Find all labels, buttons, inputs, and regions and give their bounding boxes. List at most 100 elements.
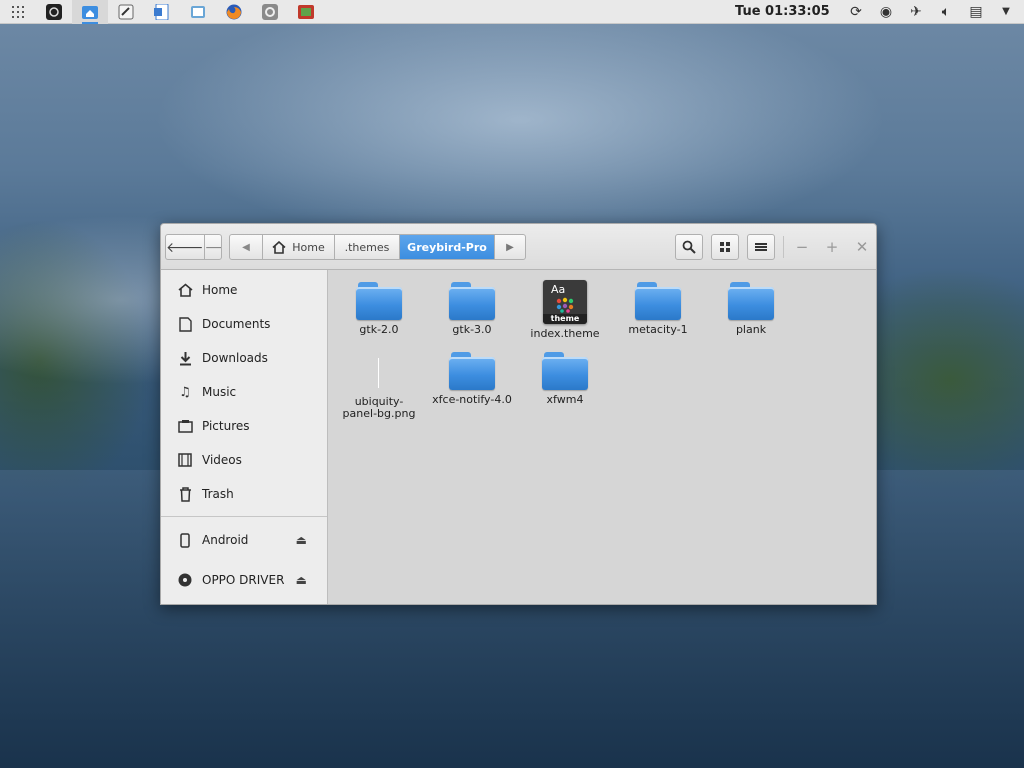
volume-icon[interactable]: 🔈︎	[938, 0, 954, 24]
sidebar-item-downloads[interactable]: Downloads	[161, 344, 327, 372]
chevron-left-icon: ◀	[242, 241, 250, 253]
close-button[interactable]: ✕	[852, 237, 872, 257]
sidebar-item-label: Music	[202, 385, 237, 399]
sidebar-item-label: Videos	[202, 453, 242, 467]
pictures-icon	[177, 418, 193, 434]
files-home-icon	[82, 5, 98, 19]
refresh-icon[interactable]: ⟳	[848, 0, 864, 24]
file-item-gtk-2[interactable]: gtk-2.0	[333, 282, 425, 336]
text-editor-launcher[interactable]	[108, 0, 144, 24]
sidebar-item-label: Documents	[202, 317, 271, 331]
screenshot-launcher[interactable]	[180, 0, 216, 24]
file-label: index.theme	[530, 327, 600, 340]
file-label: metacity-1	[628, 323, 688, 336]
forward-button[interactable]: 🡒	[203, 235, 221, 259]
video-icon	[177, 452, 193, 468]
file-item-xfce-notify[interactable]: xfce-notify-4.0	[426, 352, 518, 406]
eject-icon[interactable]: ⏏	[296, 533, 307, 547]
airplane-icon[interactable]: ✈	[908, 0, 924, 24]
file-label: xfwm4	[546, 393, 584, 406]
panel-clock[interactable]: Tue 01:33:05	[735, 0, 830, 24]
settings-icon	[262, 3, 278, 20]
chevron-right-icon: ▶	[506, 241, 514, 253]
grid-view-button[interactable]	[711, 234, 739, 260]
sidebar-item-documents[interactable]: Documents	[161, 310, 327, 338]
folder-icon	[728, 282, 774, 320]
sidebar-item-trash[interactable]: Trash	[161, 480, 327, 508]
firefox-launcher[interactable]	[216, 0, 252, 24]
color-dots-icon	[556, 297, 574, 313]
disc-icon	[177, 572, 193, 588]
eject-icon[interactable]: ⏏	[296, 573, 307, 587]
apps-grid-button[interactable]	[0, 0, 36, 24]
breadcrumb-themes[interactable]: .themes	[334, 235, 399, 259]
folder-icon	[635, 282, 681, 320]
file-item-ubiquity-panel-bg[interactable]: ubiquity-panel-bg.png	[333, 352, 425, 420]
breadcrumb-current[interactable]: Greybird-Pro	[399, 235, 494, 259]
file-item-gtk-3[interactable]: gtk-3.0	[426, 282, 518, 336]
sidebar-item-videos[interactable]: Videos	[161, 446, 327, 474]
clipboard-icon[interactable]: ▤	[968, 0, 984, 24]
theme-icon-aa: Aa	[551, 283, 566, 296]
back-button[interactable]: 🡐	[166, 235, 204, 259]
sidebar-item-android[interactable]: Android ⏏	[161, 526, 327, 554]
file-item-metacity[interactable]: metacity-1	[612, 282, 704, 336]
sidebar-item-pictures[interactable]: Pictures	[161, 412, 327, 440]
file-label: ubiquity-panel-bg.png	[342, 395, 416, 420]
record-icon[interactable]: ◉	[878, 0, 894, 24]
sidebar-item-label: Pictures	[202, 419, 250, 433]
sidebar-separator	[161, 516, 327, 517]
presentation-launcher[interactable]	[288, 0, 324, 24]
theme-icon-band: theme	[543, 314, 587, 324]
theme-file-icon: Aa theme	[543, 280, 587, 324]
file-label: xfce-notify-4.0	[432, 393, 512, 406]
file-item-xfwm4[interactable]: xfwm4	[519, 352, 611, 406]
sidebar: Home Documents Downloads ♫ Music Picture…	[161, 270, 328, 604]
firefox-icon	[226, 4, 242, 19]
breadcrumb-scroll-right[interactable]: ▶	[494, 235, 525, 259]
file-item-index-theme[interactable]: Aa theme index.theme	[519, 280, 611, 340]
file-label: plank	[735, 323, 767, 336]
terminal-icon	[46, 3, 62, 20]
sidebar-item-label: OPPO DRIVER	[202, 573, 285, 587]
sidebar-item-music[interactable]: ♫ Music	[161, 378, 327, 406]
breadcrumb-scroll-left[interactable]: ◀	[230, 235, 262, 259]
home-icon	[272, 240, 286, 254]
sidebar-item-label: Android	[202, 533, 249, 547]
minimize-icon: −	[795, 238, 809, 256]
search-button[interactable]	[675, 234, 703, 260]
close-icon: ✕	[855, 238, 869, 256]
apps-grid-icon	[12, 5, 24, 18]
folder-icon	[449, 282, 495, 320]
breadcrumb: ◀ Home .themes Greybird-Pro ▶	[229, 234, 526, 260]
presentation-icon	[298, 4, 314, 19]
file-view[interactable]: gtk-2.0 gtk-3.0 Aa theme index.theme met…	[329, 270, 876, 604]
headerbar-separator	[783, 236, 784, 258]
home-icon	[177, 282, 193, 298]
settings-launcher[interactable]	[252, 0, 288, 24]
system-tray: ⟳ ◉ ✈ 🔈︎ ▤ ▼	[848, 0, 1014, 24]
file-label: gtk-3.0	[452, 323, 492, 336]
terminal-launcher[interactable]	[36, 0, 72, 24]
folder-icon	[356, 282, 402, 320]
phone-icon	[177, 532, 193, 548]
breadcrumb-home-label: Home	[292, 240, 325, 254]
sidebar-item-oppo-driver[interactable]: OPPO DRIVER ⏏	[161, 566, 327, 594]
minimize-button[interactable]: −	[792, 237, 812, 257]
file-item-plank[interactable]: plank	[705, 282, 797, 336]
menu-chevron-down-icon[interactable]: ▼	[998, 0, 1014, 24]
file-manager-window: 🡐 🡒 ◀ Home .themes Greybird-Pro ▶ − + ✕	[160, 223, 877, 605]
folder-icon	[449, 352, 495, 390]
trash-icon	[177, 486, 193, 502]
menu-button[interactable]	[747, 234, 775, 260]
sidebar-item-label: Downloads	[202, 351, 268, 365]
word-processor-launcher[interactable]	[144, 0, 180, 24]
breadcrumb-home[interactable]: Home	[262, 235, 334, 259]
sidebar-item-home[interactable]: Home	[161, 276, 327, 304]
panel-launchers	[0, 0, 324, 24]
text-editor-icon	[118, 4, 134, 19]
document-icon	[177, 316, 193, 332]
files-launcher[interactable]	[72, 0, 108, 24]
maximize-button[interactable]: +	[822, 237, 842, 257]
music-icon: ♫	[179, 384, 191, 400]
